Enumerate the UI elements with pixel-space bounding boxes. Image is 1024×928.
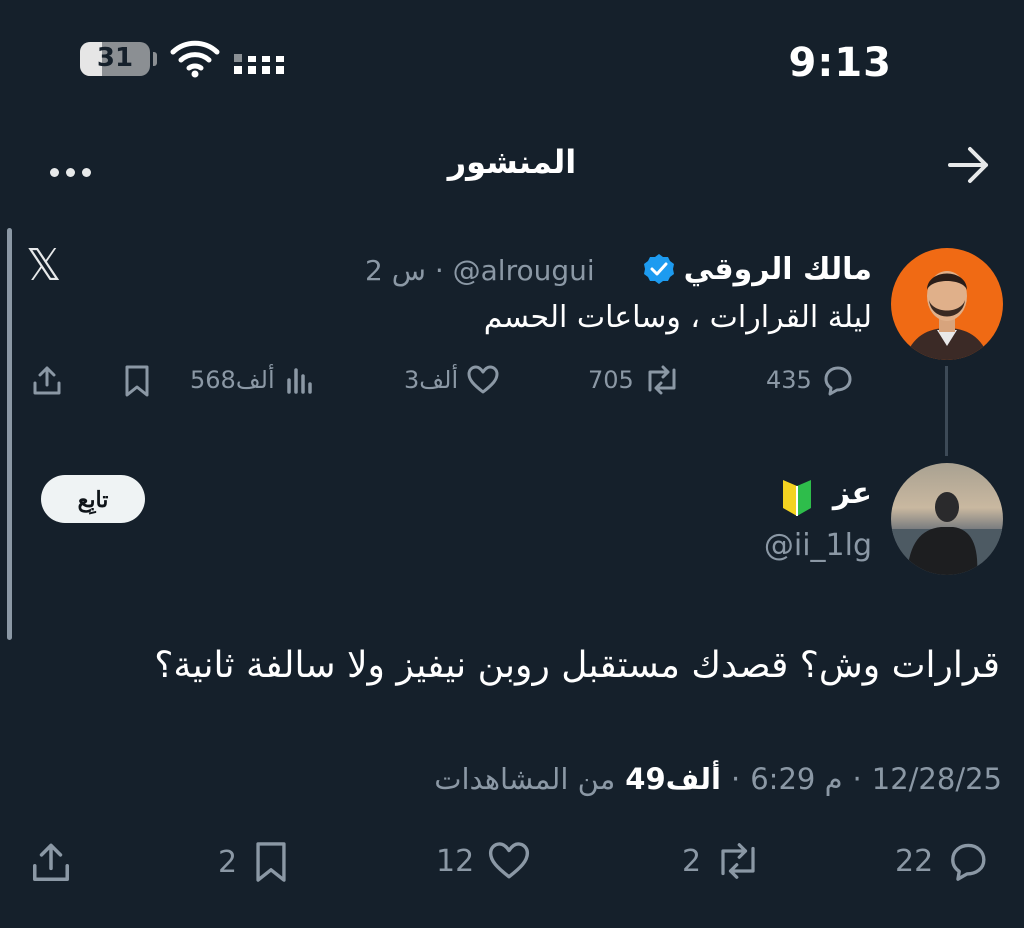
battery-level: 31	[96, 43, 134, 73]
post-date: 12/28/25	[871, 762, 1002, 796]
author-handle[interactable]: @alrougui	[453, 254, 595, 287]
status-time: 9:13	[788, 40, 892, 86]
repost-action[interactable]: 705	[588, 364, 682, 396]
like-action[interactable]: 3ألف	[404, 364, 500, 396]
views-action[interactable]: 568ألف	[190, 364, 317, 396]
repost-icon	[648, 365, 676, 395]
author-name[interactable]: مالك الروقي	[684, 252, 872, 287]
wifi-icon	[170, 38, 220, 82]
share-icon	[33, 843, 69, 881]
like-action[interactable]: 12	[436, 840, 532, 882]
author-name[interactable]: عز	[833, 476, 872, 511]
reply-action[interactable]: 435	[766, 364, 854, 396]
bookmark-action[interactable]	[120, 364, 154, 398]
bookmark-count: 2	[218, 844, 238, 880]
time-ago: 2 س	[365, 254, 426, 287]
share-action[interactable]	[30, 364, 64, 398]
repost-count: 705	[588, 366, 634, 394]
reply-icon	[824, 366, 852, 396]
verified-icon	[642, 252, 676, 290]
repost-icon	[721, 843, 755, 879]
page-title: المنشور	[447, 143, 577, 181]
bookmark-action[interactable]: 2	[218, 840, 293, 884]
like-count: 12	[436, 843, 475, 879]
post-text: ليلة القرارات ، وساعات الحسم	[483, 300, 872, 335]
battery-cap	[153, 52, 157, 66]
reply-icon	[951, 843, 986, 881]
repost-count: 2	[682, 843, 702, 879]
follow-button[interactable]: تابِع	[41, 475, 145, 523]
x-logo-icon: 𝕏	[26, 240, 62, 291]
signal-icon	[234, 44, 290, 84]
views-count: 568ألف	[190, 366, 275, 394]
views-count: 49ألف	[625, 762, 721, 796]
author-handle[interactable]: @ii_1lg	[764, 528, 872, 563]
author-handle-meta: 2 س · @alrougui	[365, 254, 595, 287]
like-count: 3ألف	[404, 366, 459, 394]
bookmark-icon	[125, 365, 149, 397]
back-arrow-icon[interactable]	[946, 143, 990, 191]
share-action[interactable]	[28, 840, 74, 886]
post-text: قرارات وش؟ قصدك مستقبل روبن نيفيز ولا سا…	[154, 645, 1000, 686]
thread-line	[945, 366, 948, 456]
reply-action[interactable]: 22	[895, 840, 989, 882]
beginner-badge-icon	[778, 478, 816, 522]
post-time: 6:29 م	[750, 762, 843, 796]
repost-action[interactable]: 2	[682, 840, 763, 882]
views-label: من المشاهدات	[434, 762, 616, 796]
like-icon	[467, 365, 499, 394]
views-icon	[286, 368, 312, 394]
post-meta: من المشاهدات 49ألف · 6:29 م · 12/28/25	[434, 762, 1002, 796]
share-icon	[33, 366, 61, 395]
like-icon	[489, 842, 530, 879]
scroll-indicator	[7, 228, 12, 640]
avatar[interactable]	[891, 248, 1003, 360]
avatar[interactable]	[891, 463, 1003, 575]
reply-count: 435	[766, 366, 812, 394]
battery-indicator: 31	[80, 42, 150, 76]
bookmark-icon	[256, 842, 286, 882]
reply-count: 22	[895, 843, 934, 879]
